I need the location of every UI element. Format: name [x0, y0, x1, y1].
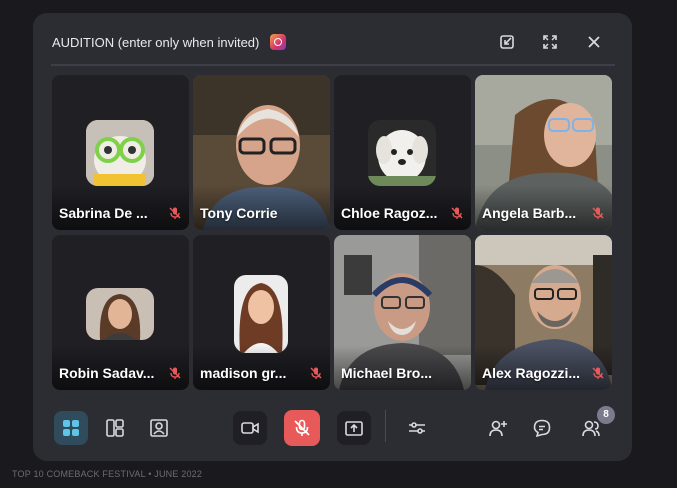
invite-button[interactable] — [481, 411, 515, 445]
participant-name: Angela Barb... — [482, 205, 577, 221]
people-icon — [582, 420, 600, 437]
participant-tile[interactable]: Alex Ragozzi... — [475, 235, 612, 390]
participant-name: madison gr... — [200, 365, 287, 381]
sliders-icon — [409, 422, 425, 434]
settings-button[interactable] — [400, 411, 434, 445]
portrait-icon — [150, 419, 168, 437]
fullscreen-button[interactable] — [539, 31, 561, 53]
window-title: AUDITION (enter only when invited) — [52, 35, 260, 50]
participant-count-badge: 8 — [597, 406, 615, 424]
video-camera-icon — [241, 422, 259, 434]
participant-name: Sabrina De ... — [59, 205, 148, 221]
chat-button[interactable] — [525, 411, 559, 445]
close-icon — [588, 36, 600, 48]
chat-icon — [533, 419, 551, 438]
mic-off-icon — [592, 367, 604, 379]
participant-tile[interactable]: Sabrina De ... — [52, 75, 189, 230]
participant-name: Alex Ragozzi... — [482, 365, 581, 381]
share-screen-icon — [345, 421, 363, 436]
grid-view-button[interactable] — [54, 411, 88, 445]
participant-name: Tony Corrie — [200, 205, 278, 221]
participant-tile[interactable]: madison gr... — [193, 235, 330, 390]
speaker-layout-button[interactable] — [98, 411, 132, 445]
add-user-icon — [489, 420, 507, 437]
minimize-window-button[interactable] — [496, 31, 518, 53]
camera-toggle-button[interactable] — [233, 411, 267, 445]
participant-tile[interactable]: Tony Corrie — [193, 75, 330, 230]
mic-off-icon — [294, 419, 310, 436]
footer-text: TOP 10 COMEBACK FESTIVAL • JUNE 2022 — [12, 469, 203, 479]
toolbar-separator — [385, 410, 386, 442]
title-divider — [51, 64, 615, 66]
layout-icon — [106, 419, 124, 437]
expand-icon — [543, 35, 557, 49]
meeting-window: AUDITION (enter only when invited) Sabri… — [33, 13, 632, 461]
dog-photo-avatar — [368, 120, 436, 186]
participant-tile[interactable]: Michael Bro... — [334, 235, 471, 390]
cartoon-dog-avatar — [86, 120, 154, 186]
share-screen-button[interactable] — [337, 411, 371, 445]
avatar — [234, 275, 288, 353]
person-photo-avatar — [234, 275, 288, 353]
participant-tile[interactable]: Chloe Ragoz... — [334, 75, 471, 230]
participant-name: Robin Sadav... — [59, 365, 155, 381]
participant-tile[interactable]: Robin Sadav... — [52, 235, 189, 390]
mic-off-icon — [592, 207, 604, 219]
pop-in-icon — [500, 35, 514, 49]
mic-toggle-button[interactable] — [284, 410, 320, 446]
participant-name: Chloe Ragoz... — [341, 205, 438, 221]
participant-tile[interactable]: Angela Barb... — [475, 75, 612, 230]
grid-icon — [63, 420, 79, 436]
person-photo-avatar — [86, 288, 154, 340]
close-button[interactable] — [583, 31, 605, 53]
mic-off-icon — [451, 207, 463, 219]
mic-off-icon — [310, 367, 322, 379]
instagram-icon[interactable] — [270, 34, 286, 50]
spotlight-view-button[interactable] — [142, 411, 176, 445]
avatar — [86, 120, 154, 186]
mic-off-icon — [169, 367, 181, 379]
mic-off-icon — [169, 207, 181, 219]
participant-name: Michael Bro... — [341, 365, 433, 381]
avatar — [86, 288, 154, 340]
title-bar: AUDITION (enter only when invited) — [33, 13, 632, 65]
avatar — [368, 120, 436, 186]
